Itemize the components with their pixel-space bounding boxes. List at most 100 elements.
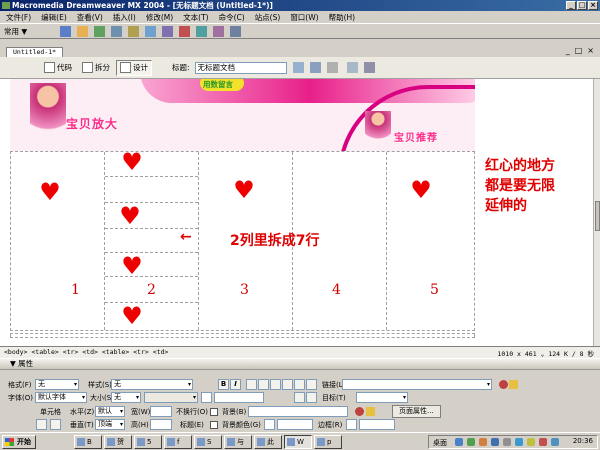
image-icon[interactable] — [145, 25, 157, 37]
browse-folder-icon[interactable] — [509, 380, 518, 389]
hyperlink-icon[interactable] — [60, 25, 72, 37]
maximize-button[interactable]: □ — [577, 1, 587, 10]
document-tab[interactable]: Untitled-1* — [6, 47, 64, 57]
file-management-icon[interactable] — [292, 62, 304, 73]
page-properties-button[interactable]: 页面属性... — [392, 405, 441, 418]
link-input[interactable] — [342, 379, 492, 390]
menu-window[interactable]: 窗口(W) — [286, 12, 322, 23]
named-anchor-icon[interactable] — [94, 25, 106, 37]
email-link-icon[interactable] — [77, 25, 89, 37]
style-select[interactable]: 无 — [111, 379, 193, 390]
split-view-button[interactable]: 拆分 — [78, 60, 114, 76]
table-icon[interactable] — [111, 25, 123, 37]
template-icon[interactable] — [213, 25, 225, 37]
code-view-button[interactable]: 代码 — [40, 60, 76, 76]
menu-modify[interactable]: 修改(M) — [142, 12, 177, 23]
width-input[interactable] — [150, 406, 172, 417]
layout-bottom-row[interactable] — [10, 333, 475, 338]
outdent-icon[interactable] — [294, 392, 305, 403]
menu-insert[interactable]: 插入(I) — [109, 12, 140, 23]
size-unit-select[interactable] — [144, 392, 198, 403]
tray-app-icon[interactable] — [479, 438, 487, 446]
tray-antivirus-icon[interactable] — [467, 438, 475, 446]
bgcolor-input[interactable] — [277, 419, 313, 430]
border-color-input[interactable] — [359, 419, 395, 430]
desktop-toolbar-label[interactable]: 桌面 — [433, 438, 447, 448]
taskbar-item[interactable]: f — [164, 435, 192, 449]
point-to-file-icon[interactable] — [499, 380, 508, 389]
doc-restore-button[interactable]: □ — [575, 46, 583, 55]
media-icon[interactable] — [162, 25, 174, 37]
window-size-readout[interactable]: 1010 x 461 ⌄ 124 K / 8 秒 — [497, 348, 594, 358]
menu-help[interactable]: 帮助(H) — [325, 12, 360, 23]
taskbar-item[interactable]: 此 — [254, 435, 282, 449]
bg-point-to-file-icon[interactable] — [355, 407, 364, 416]
taskbar-item[interactable]: 贺 — [104, 435, 132, 449]
menu-text[interactable]: 文本(T) — [179, 12, 212, 23]
background-image-input[interactable] — [248, 406, 348, 417]
menu-file[interactable]: 文件(F) — [2, 12, 35, 23]
indent-icon[interactable] — [306, 392, 317, 403]
nowrap-checkbox[interactable] — [210, 408, 218, 416]
text-color-swatch[interactable] — [201, 392, 212, 403]
tray-messenger-icon[interactable] — [515, 438, 523, 446]
align-center-icon[interactable] — [258, 379, 269, 390]
size-select[interactable]: 无 — [111, 392, 141, 403]
menu-site[interactable]: 站点(S) — [251, 12, 285, 23]
taskbar-item[interactable]: S — [194, 435, 222, 449]
split-cell-icon[interactable] — [50, 419, 61, 430]
tray-app-icon[interactable] — [551, 438, 559, 446]
design-view-button[interactable]: 设计 — [116, 59, 152, 76]
date-icon[interactable] — [179, 25, 191, 37]
refresh-icon[interactable] — [346, 62, 358, 73]
tag-chooser-icon[interactable] — [230, 25, 242, 37]
taskbar-item[interactable]: B — [74, 435, 102, 449]
menu-view[interactable]: 查看(V) — [73, 12, 107, 23]
debug-icon[interactable] — [326, 62, 338, 73]
tray-network-icon[interactable] — [455, 438, 463, 446]
height-input[interactable] — [150, 419, 172, 430]
horizontal-align-select[interactable]: 默认 — [95, 406, 125, 417]
font-select[interactable]: 默认字体 — [35, 392, 87, 403]
design-canvas[interactable]: 用数留言 宝贝放大 宝贝推荐 ♥ ♥ ♥ ♥ ♥ ♥ ♥ 1 2 3 4 5 ←… — [0, 79, 593, 346]
align-right-icon[interactable] — [270, 379, 281, 390]
taskbar-item[interactable]: p — [314, 435, 342, 449]
bgcolor-swatch[interactable] — [264, 419, 275, 430]
tray-app-icon[interactable] — [527, 438, 535, 446]
properties-panel-header[interactable]: ▼ 属性 — [0, 359, 600, 370]
unordered-list-icon[interactable] — [294, 379, 305, 390]
text-color-input[interactable] — [214, 392, 264, 403]
align-left-icon[interactable] — [246, 379, 257, 390]
justify-icon[interactable] — [282, 379, 293, 390]
bg-browse-folder-icon[interactable] — [366, 407, 375, 416]
window-title-bar[interactable]: Macromedia Dreamweaver MX 2004 - [无标题文档 … — [0, 0, 600, 11]
doc-minimize-button[interactable]: _ — [566, 46, 570, 55]
bold-button[interactable]: B — [218, 379, 229, 390]
minimize-button[interactable]: _ — [566, 1, 576, 10]
taskbar-item-active[interactable]: W — [284, 435, 312, 449]
merge-cells-icon[interactable] — [36, 419, 47, 430]
close-button[interactable]: × — [588, 1, 598, 10]
doc-close-button[interactable]: × — [587, 46, 594, 55]
vertical-align-select[interactable]: 顶端 — [95, 419, 125, 430]
layer-icon[interactable] — [128, 25, 140, 37]
insert-category-dropdown[interactable]: 常用 ▼ — [0, 26, 31, 37]
menu-edit[interactable]: 编辑(E) — [37, 12, 71, 23]
italic-button[interactable]: I — [230, 379, 241, 390]
preview-browser-icon[interactable] — [309, 62, 321, 73]
header-cell-checkbox[interactable] — [210, 421, 218, 429]
menu-commands[interactable]: 命令(C) — [215, 12, 249, 23]
tray-volume-icon[interactable] — [503, 438, 511, 446]
taskbar-item[interactable]: 5 — [134, 435, 162, 449]
tag-selector[interactable]: <body> <table> <tr> <td> <table> <tr> <t… — [4, 348, 168, 356]
tray-app-icon[interactable] — [539, 438, 547, 446]
format-select[interactable]: 无 — [35, 379, 79, 390]
page-title-input[interactable] — [194, 61, 287, 74]
scrollbar-thumb[interactable] — [595, 201, 600, 231]
vertical-scrollbar[interactable] — [593, 79, 600, 346]
taskbar-item[interactable]: 与 — [224, 435, 252, 449]
ordered-list-icon[interactable] — [306, 379, 317, 390]
border-color-swatch[interactable] — [346, 419, 357, 430]
tray-app-icon[interactable] — [491, 438, 499, 446]
view-options-icon[interactable] — [363, 62, 375, 73]
